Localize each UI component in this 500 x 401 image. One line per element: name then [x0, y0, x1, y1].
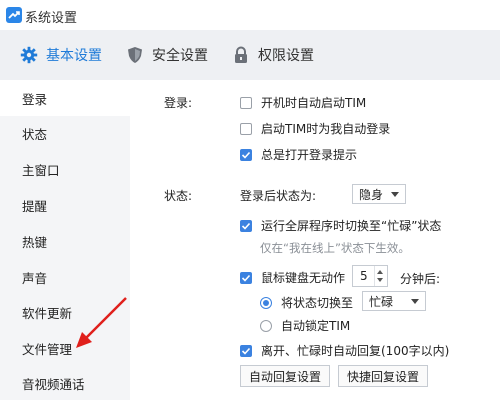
check-icon — [241, 347, 251, 355]
autostart-checkbox[interactable] — [240, 96, 252, 109]
sidebar-item-av-call[interactable]: 音视频通话 — [0, 365, 130, 401]
after-login-status-label: 登录后状态为: — [240, 189, 317, 203]
check-icon — [241, 151, 251, 159]
autologin-label: 启动TIM时为我自动登录 — [261, 122, 391, 136]
quick-reply-settings-button[interactable]: 快捷回复设置 — [338, 365, 428, 387]
settings-panel: 登录: 开机时自动启动TIM 启动TIM时为我自动登录 总是打开登录提示 状态:… — [130, 80, 500, 400]
switch-status-value: 忙碌 — [369, 294, 394, 309]
sidebar-item-sound[interactable]: 声音 — [0, 259, 130, 295]
sidebar-item-main-window[interactable]: 主窗口 — [0, 151, 130, 187]
autostart-option[interactable]: 开机时自动启动TIM — [240, 94, 366, 111]
idle-unit-label: 分钟后: — [400, 272, 441, 286]
auto-reply-checkbox[interactable] — [240, 344, 252, 357]
status-section-label: 状态: — [164, 189, 193, 203]
settings-tabs: 基本设置 安全设置 权限设置 — [0, 30, 500, 81]
switch-status-radio[interactable] — [260, 296, 272, 309]
sidebar-item-label: 声音 — [22, 270, 48, 286]
autostart-label: 开机时自动启动TIM — [261, 96, 367, 110]
shield-icon — [128, 47, 142, 63]
sidebar-item-label: 登录 — [22, 91, 48, 107]
sidebar-item-software-update[interactable]: 软件更新 — [0, 294, 130, 330]
sidebar-item-status[interactable]: 状态 — [0, 115, 130, 151]
after-login-status-value: 隐身 — [359, 187, 384, 202]
sidebar-item-label: 软件更新 — [22, 305, 73, 321]
auto-reply-label: 离开、忙碌时自动回复(100字以内) — [261, 344, 450, 358]
autolock-option[interactable]: 自动锁定TIM — [260, 317, 350, 334]
switch-status-select[interactable]: 忙碌 — [362, 291, 426, 311]
tab-permission-settings-label: 权限设置 — [258, 48, 314, 64]
login-section-label: 登录: — [164, 96, 193, 110]
autolock-radio[interactable] — [260, 319, 272, 332]
switch-status-option[interactable]: 将状态切换至 — [260, 294, 353, 311]
sidebar-item-label: 文件管理 — [22, 341, 73, 357]
autolock-label: 自动锁定TIM — [281, 319, 351, 333]
idle-minutes-stepper[interactable]: 5 — [352, 265, 388, 287]
tab-security-settings[interactable]: 安全设置 — [126, 30, 208, 80]
after-login-status-select[interactable]: 隐身 — [352, 184, 406, 204]
fullscreen-busy-note: 仅在“我在线上”状态下生效。 — [260, 241, 410, 255]
chevron-down-icon — [411, 299, 419, 304]
chevron-down-icon — [391, 192, 399, 197]
idle-label: 鼠标键盘无动作 — [261, 271, 346, 285]
stepper-arrows[interactable] — [374, 266, 387, 286]
idle-checkbox[interactable] — [240, 271, 252, 284]
sidebar-item-hotkeys[interactable]: 热键 — [0, 223, 130, 259]
login-prompt-option[interactable]: 总是打开登录提示 — [240, 146, 357, 163]
window-title: 系统设置 — [25, 11, 78, 26]
switch-status-label: 将状态切换至 — [281, 296, 354, 310]
sidebar-item-login[interactable]: 登录 — [0, 80, 130, 116]
fullscreen-busy-option[interactable]: 运行全屏程序时切换至“忙碌”状态 — [240, 217, 441, 234]
arrow-down-icon — [377, 278, 383, 282]
sidebar-item-label: 热键 — [22, 234, 48, 250]
sidebar-item-reminder[interactable]: 提醒 — [0, 187, 130, 223]
title-bar: 系统设置 — [0, 0, 500, 30]
gear-icon — [20, 46, 38, 64]
sidebar-item-label: 音视频通话 — [22, 376, 85, 392]
lock-icon — [235, 46, 247, 63]
sidebar-item-label: 主窗口 — [22, 162, 60, 178]
auto-reply-option[interactable]: 离开、忙碌时自动回复(100字以内) — [240, 342, 449, 359]
autologin-checkbox[interactable] — [240, 122, 252, 135]
tab-security-settings-label: 安全设置 — [152, 48, 208, 64]
check-icon — [241, 222, 251, 230]
autologin-option[interactable]: 启动TIM时为我自动登录 — [240, 120, 390, 137]
check-icon — [241, 274, 251, 282]
idle-option[interactable]: 鼠标键盘无动作 — [240, 269, 345, 286]
app-logo-icon — [6, 7, 22, 23]
sidebar: 登录 状态 主窗口 提醒 热键 声音 软件更新 文件管理 音视频通话 — [0, 80, 130, 400]
fullscreen-busy-label: 运行全屏程序时切换至“忙碌”状态 — [261, 219, 442, 233]
sidebar-item-file-management[interactable]: 文件管理 — [0, 330, 130, 366]
sidebar-item-label: 状态 — [22, 126, 48, 142]
login-prompt-checkbox[interactable] — [240, 148, 252, 161]
tab-basic-settings-label: 基本设置 — [46, 48, 102, 64]
fullscreen-busy-checkbox[interactable] — [240, 219, 252, 232]
auto-reply-settings-button[interactable]: 自动回复设置 — [240, 365, 330, 387]
sidebar-item-label: 提醒 — [22, 198, 48, 214]
arrow-up-icon — [377, 270, 383, 274]
tab-permission-settings[interactable]: 权限设置 — [232, 30, 314, 80]
tab-basic-settings[interactable]: 基本设置 — [20, 30, 102, 80]
login-prompt-label: 总是打开登录提示 — [261, 148, 358, 162]
